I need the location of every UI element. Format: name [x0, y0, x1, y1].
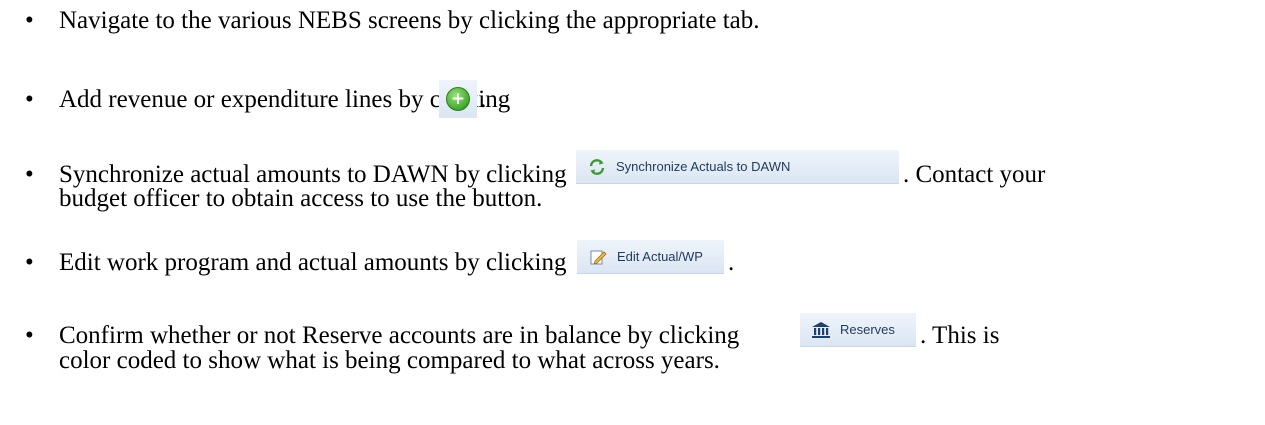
edit-text: Edit work program and actual amounts by …	[59, 249, 567, 276]
bullet-symbol: •	[25, 161, 34, 188]
bullet-symbol: •	[25, 322, 34, 349]
edit-button-label: Edit Actual/WP	[617, 249, 703, 264]
add-line-button[interactable]: +	[439, 80, 477, 118]
synchronize-button-label: Synchronize Actuals to DAWN	[616, 159, 791, 174]
synchronize-after-text: . Contact your	[903, 161, 1046, 188]
synchronize-actuals-button[interactable]: Synchronize Actuals to DAWN	[576, 150, 899, 184]
bullet-symbol: •	[25, 7, 34, 34]
sync-refresh-icon	[586, 156, 608, 178]
instructions-document: • Navigate to the various NEBS screens b…	[0, 0, 1265, 425]
bullet-text-navigate: Navigate to the various NEBS screens by …	[59, 7, 760, 34]
reserves-button-label: Reserves	[840, 322, 895, 337]
reserves-second-line: color coded to show what is being compar…	[59, 347, 720, 374]
reserves-after-text: . This is	[920, 322, 1000, 349]
bullet-symbol: •	[25, 86, 34, 113]
pencil-edit-icon	[587, 246, 609, 268]
reserves-button[interactable]: Reserves	[800, 313, 916, 347]
synchronize-second-line: budget officer to obtain access to use t…	[59, 185, 543, 212]
bullet-symbol: •	[25, 249, 34, 276]
add-lines-period: .	[480, 86, 487, 113]
edit-period: .	[728, 249, 735, 276]
bank-building-icon	[810, 319, 832, 341]
add-circle-icon: +	[446, 87, 470, 111]
edit-actual-wp-button[interactable]: Edit Actual/WP	[577, 240, 724, 274]
